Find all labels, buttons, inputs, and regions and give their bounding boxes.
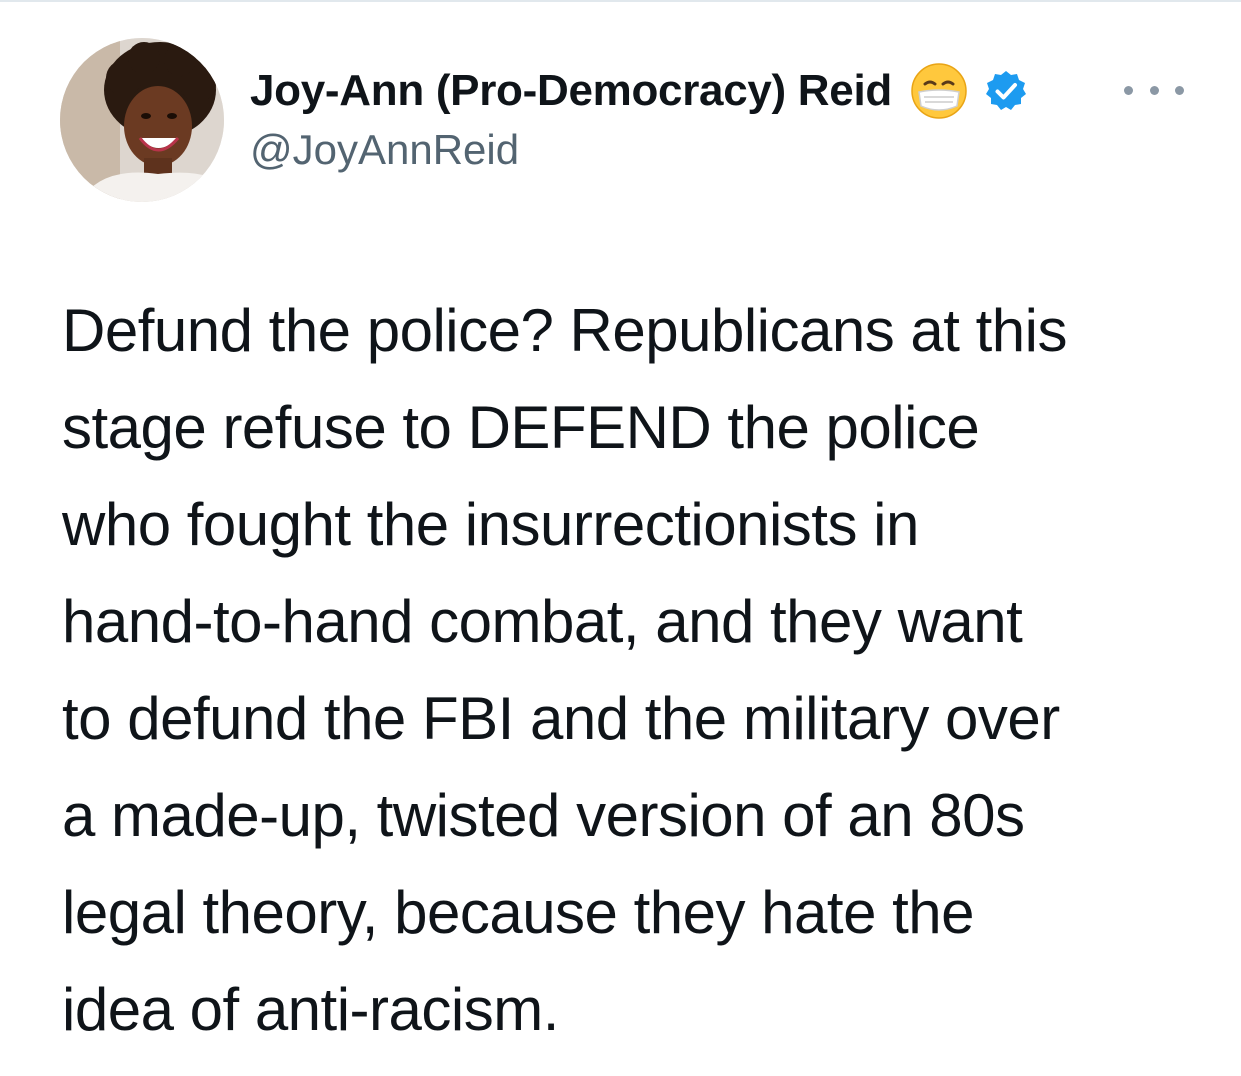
avatar[interactable] xyxy=(60,38,224,202)
dot-icon xyxy=(1175,85,1184,95)
tweet-text-line: to defund the FBI and the military over xyxy=(62,685,1060,752)
verified-badge-icon xyxy=(985,71,1026,110)
display-name[interactable]: Joy-Ann (Pro-Democracy) Reid xyxy=(250,66,892,116)
author-handle[interactable]: @JoyAnnReid xyxy=(250,126,519,174)
author-name-row: Joy-Ann (Pro-Democracy) Reid xyxy=(250,62,1028,120)
tweet-text-line: stage refuse to DEFEND the police xyxy=(62,394,980,461)
tweet-text: Defund the police? Republicans at this s… xyxy=(62,282,1202,1058)
tweet-text-line: idea of anti-racism. xyxy=(62,976,559,1043)
ellipsis-icon[interactable] xyxy=(1124,78,1184,102)
tweet-text-line: Defund the police? Republicans at this xyxy=(62,297,1067,364)
dot-icon xyxy=(1124,85,1133,95)
top-divider xyxy=(0,0,1241,2)
tweet-text-line: a made-up, twisted version of an 80s xyxy=(62,782,1025,849)
tweet-text-line: who fought the insurrectionists in xyxy=(62,491,919,558)
tweet-text-line: legal theory, because they hate the xyxy=(62,879,975,946)
avatar-photo xyxy=(60,38,224,202)
dot-icon xyxy=(1149,85,1159,95)
face-with-medical-mask-icon xyxy=(911,63,967,119)
tweet-text-line: hand-to-hand combat, and they want xyxy=(62,588,1023,655)
